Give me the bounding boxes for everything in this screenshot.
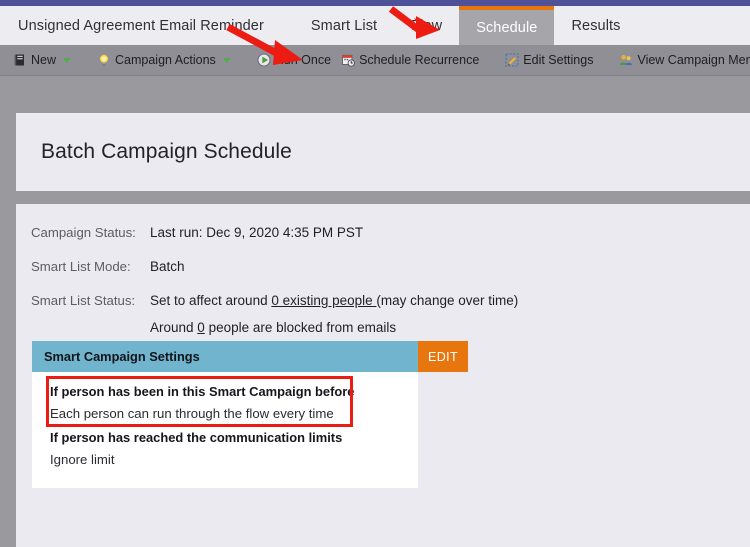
detail-value: Around 0 people are blocked from emails	[150, 320, 396, 335]
detail-label: Smart List Mode:	[31, 259, 131, 274]
setting-group-campaign-before: If person has been in this Smart Campaig…	[32, 381, 418, 427]
toolbar-new-button[interactable]: New	[8, 53, 76, 67]
setting-group-communication-limits: If person has reached the communication …	[32, 427, 418, 471]
smart-list-status-prefix: Set to affect around	[150, 293, 272, 308]
blocked-prefix: Around	[150, 320, 198, 335]
calendar-clock-icon	[341, 53, 355, 67]
tab-results-label: Results	[571, 17, 621, 34]
tab-schedule[interactable]: Schedule	[459, 6, 555, 45]
toolbar-edit-settings-button[interactable]: Edit Settings	[500, 53, 598, 67]
toolbar-group-run: Run Once Schedule Recurrence	[244, 45, 493, 76]
tab-flow[interactable]: Flow	[394, 6, 459, 45]
detail-value: Set to affect around 0 existing people (…	[150, 293, 518, 308]
tab-campaign-name[interactable]: Unsigned Agreement Email Reminder	[0, 6, 294, 45]
existing-people-link[interactable]: 0 existing people	[271, 293, 376, 308]
blocked-suffix: people are blocked from emails	[204, 320, 397, 335]
detail-value: Batch	[150, 259, 185, 274]
tab-flow-label: Flow	[411, 17, 443, 34]
smart-campaign-settings-title: Smart Campaign Settings	[32, 341, 418, 372]
toolbar-group-new: New	[0, 45, 84, 76]
detail-label: Smart List Status:	[31, 293, 136, 308]
detail-row-smart-list-status: Smart List Status: Set to affect around …	[16, 293, 750, 308]
toolbar-view-campaign-members-button[interactable]: View Campaign Members	[614, 53, 750, 67]
detail-row-campaign-status: Campaign Status: Last run: Dec 9, 2020 4…	[16, 225, 750, 240]
play-circle-icon	[257, 53, 271, 67]
toolbar-run-once-button[interactable]: Run Once	[252, 53, 336, 67]
toolbar-campaign-actions-label: Campaign Actions	[115, 52, 216, 67]
page-title-panel: Batch Campaign Schedule	[16, 113, 750, 191]
toolbar-new-label: New	[31, 52, 57, 67]
chevron-down-icon[interactable]	[222, 57, 231, 63]
tab-schedule-label: Schedule	[476, 19, 538, 36]
tab-smart-list[interactable]: Smart List	[294, 6, 394, 45]
tab-results[interactable]: Results	[554, 6, 637, 45]
people-icon	[619, 53, 633, 67]
smart-list-status-suffix: (may change over time)	[376, 293, 519, 308]
detail-row-smart-list-mode: Smart List Mode: Batch	[16, 259, 750, 274]
edit-button[interactable]: EDIT	[418, 341, 468, 372]
toolbar-edit-settings-label: Edit Settings	[523, 52, 594, 67]
detail-value: Last run: Dec 9, 2020 4:35 PM PST	[150, 225, 364, 240]
page-title: Batch Campaign Schedule	[41, 140, 292, 163]
setting-value: Each person can run through the flow eve…	[50, 406, 334, 421]
toolbar-group-edit: Edit Settings	[492, 45, 606, 76]
smart-campaign-settings-card: Smart Campaign Settings EDIT If person h…	[32, 341, 468, 488]
detail-row-blocked-people: Around 0 people are blocked from emails	[16, 320, 750, 335]
tab-campaign-name-label: Unsigned Agreement Email Reminder	[18, 17, 264, 34]
blocked-count-link[interactable]: 0	[197, 320, 205, 335]
detail-label: Campaign Status:	[31, 225, 136, 240]
smart-campaign-settings-body: If person has been in this Smart Campaig…	[32, 372, 418, 488]
toolbar-view-campaign-members-label: View Campaign Members	[637, 52, 750, 67]
pencil-icon	[505, 53, 519, 67]
smart-campaign-settings-header: Smart Campaign Settings EDIT	[32, 341, 468, 372]
campaign-tab-bar: Unsigned Agreement Email Reminder Smart …	[0, 6, 750, 45]
chevron-down-icon[interactable]	[63, 57, 72, 63]
toolbar-campaign-actions-button[interactable]: Campaign Actions	[92, 53, 236, 67]
action-toolbar: New Campaign Actions Run Once Schedule R…	[0, 45, 750, 76]
toolbar-group-campaign-actions: Campaign Actions	[84, 45, 244, 76]
tab-smart-list-label: Smart List	[310, 17, 378, 34]
lightbulb-icon	[97, 53, 111, 67]
setting-title: If person has reached the communication …	[50, 430, 343, 445]
toolbar-group-members: View Campaign Members	[606, 45, 750, 76]
toolbar-schedule-recurrence-label: Schedule Recurrence	[359, 52, 480, 67]
toolbar-run-once-label: Run Once	[274, 52, 332, 67]
new-document-icon	[13, 53, 27, 67]
setting-title: If person has been in this Smart Campaig…	[50, 384, 355, 399]
toolbar-schedule-recurrence[interactable]: Schedule Recurrence	[336, 53, 484, 67]
setting-value: Ignore limit	[50, 452, 115, 467]
